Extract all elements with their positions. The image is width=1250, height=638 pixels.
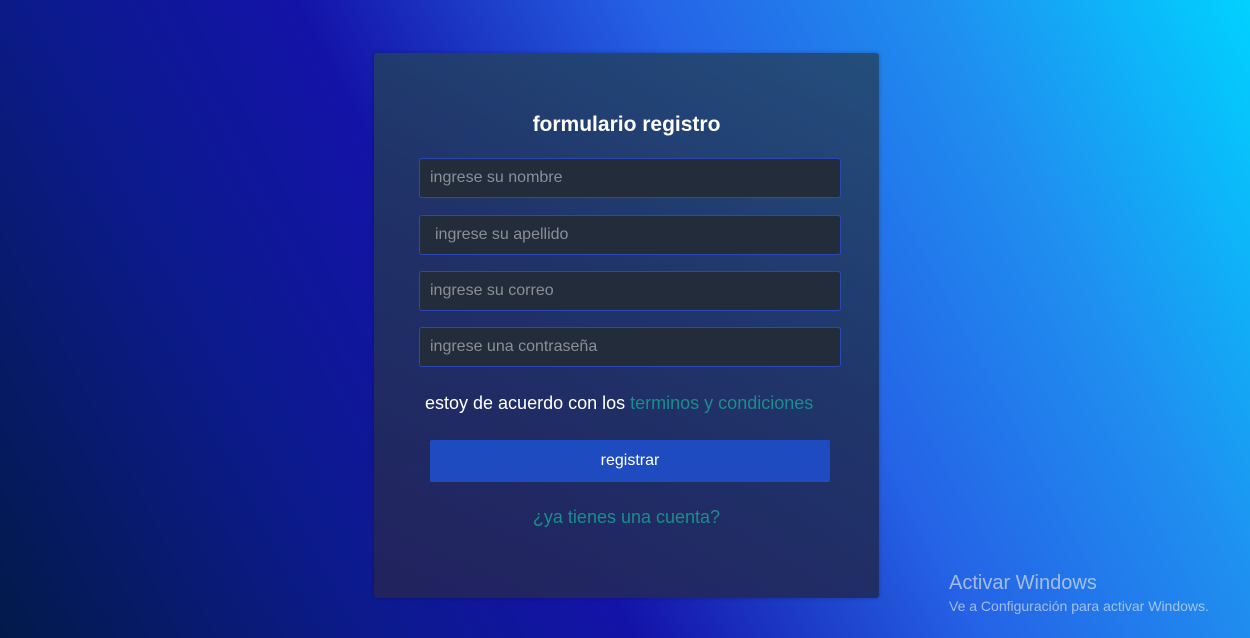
login-link[interactable]: ¿ya tienes una cuenta? (374, 507, 879, 528)
apellido-input[interactable] (419, 215, 841, 255)
password-input[interactable] (419, 327, 841, 367)
nombre-input[interactable] (419, 158, 841, 198)
terms-link[interactable]: terminos y condiciones (630, 393, 813, 413)
correo-input[interactable] (419, 271, 841, 311)
terms-label: estoy de acuerdo con los (425, 393, 626, 413)
form-title: formulario registro (532, 113, 721, 136)
registration-card: formulario registro estoy de acuerdo con… (374, 53, 879, 598)
watermark-subtitle: Ve a Configuración para activar Windows. (949, 598, 1209, 614)
terms-agreement: estoy de acuerdo con los terminos y cond… (425, 393, 813, 414)
register-button[interactable]: registrar (430, 440, 830, 482)
watermark-title: Activar Windows (949, 572, 1097, 594)
windows-activation-watermark: Activar Windows Ve a Configuración para … (949, 572, 1209, 615)
